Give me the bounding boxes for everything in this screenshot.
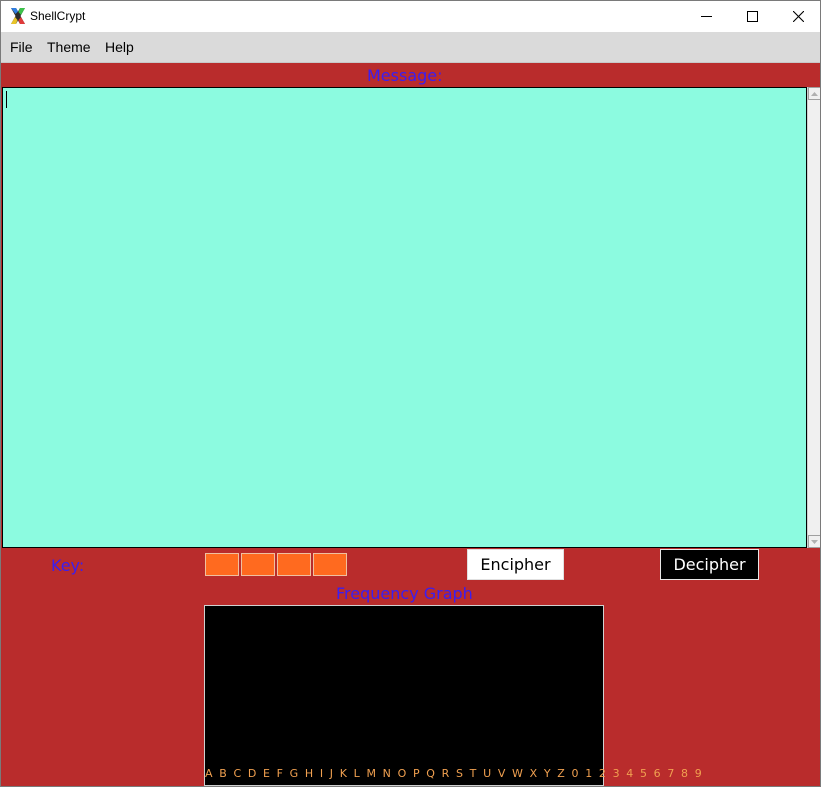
- minimize-icon: [700, 16, 712, 17]
- scroll-down-arrow-icon: [811, 539, 818, 544]
- menu-bar: File Theme Help: [1, 32, 820, 63]
- title-bar[interactable]: ShellCrypt: [1, 1, 820, 32]
- frequency-graph-title: Frequency Graph: [336, 584, 473, 603]
- minimize-button[interactable]: [683, 1, 729, 32]
- message-label: Message:: [367, 66, 443, 85]
- menu-theme[interactable]: Theme: [47, 39, 91, 55]
- app-window: ShellCrypt File Theme Help Message: Key:…: [0, 0, 821, 787]
- key-input-1[interactable]: [205, 553, 239, 576]
- app-x-icon: [11, 8, 25, 24]
- decipher-button[interactable]: Decipher: [660, 549, 759, 580]
- frequency-graph: A B C D E F G H I J K L M N O P Q R S T …: [204, 605, 704, 786]
- encipher-button[interactable]: Encipher: [467, 549, 564, 580]
- close-icon: [792, 11, 804, 22]
- maximize-button[interactable]: [729, 1, 775, 32]
- scroll-down-button[interactable]: [808, 535, 820, 548]
- message-scrollbar[interactable]: [807, 87, 820, 548]
- menu-help[interactable]: Help: [105, 39, 134, 55]
- key-input-2[interactable]: [241, 553, 275, 576]
- menu-file[interactable]: File: [10, 39, 33, 55]
- message-textarea[interactable]: [2, 87, 807, 548]
- text-caret: [6, 91, 7, 108]
- maximize-icon: [746, 11, 758, 22]
- close-button[interactable]: [775, 1, 820, 32]
- scroll-up-button[interactable]: [808, 87, 820, 100]
- frequency-graph-axis-labels: A B C D E F G H I J K L M N O P Q R S T …: [205, 767, 704, 780]
- scroll-up-arrow-icon: [811, 91, 818, 96]
- key-input-3[interactable]: [277, 553, 311, 576]
- key-input-4[interactable]: [313, 553, 347, 576]
- window-title: ShellCrypt: [30, 9, 86, 23]
- key-label: Key:: [51, 556, 85, 575]
